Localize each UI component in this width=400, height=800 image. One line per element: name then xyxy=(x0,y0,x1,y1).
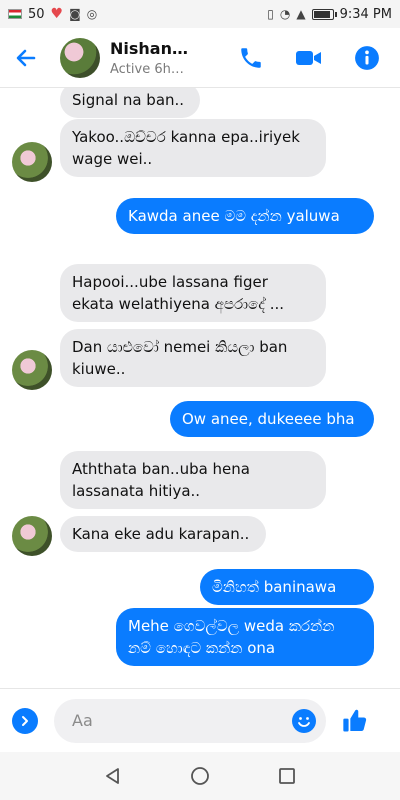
status-bar: 50 ♥ ◙ ◎ ▯ ◔ ▲ 9:34 PM xyxy=(0,0,400,28)
messenger-notification-icon: ◎ xyxy=(86,7,98,21)
battery-icon xyxy=(311,8,337,20)
message-composer xyxy=(0,688,400,752)
message-input[interactable] xyxy=(72,711,292,730)
emoji-button[interactable] xyxy=(292,708,316,733)
back-arrow-icon xyxy=(16,49,36,66)
emoji-icon xyxy=(293,709,315,732)
video-call-button[interactable] xyxy=(294,43,324,73)
message-outgoing[interactable]: මිනිහත් baninawa xyxy=(200,569,374,605)
message-incoming[interactable]: Signal na ban.. xyxy=(60,88,200,118)
thumbs-up-icon xyxy=(343,709,367,731)
nav-back-button[interactable] xyxy=(98,761,128,791)
voice-call-button[interactable] xyxy=(236,43,266,73)
nav-home-button[interactable] xyxy=(185,761,215,791)
message-incoming[interactable]: Hapooi...ube lassana figer ekata welathi… xyxy=(60,264,326,322)
contact-avatar-small[interactable] xyxy=(12,142,52,182)
message-list[interactable]: Signal na ban.. Yakoo..ඔච්චර kanna epa..… xyxy=(0,88,400,688)
camera-icon: ◙ xyxy=(69,7,81,21)
contact-avatar[interactable] xyxy=(60,37,100,78)
video-icon xyxy=(296,50,321,65)
message-incoming[interactable]: Dan යාළුවෝ nemei කියලා ban kiuwe.. xyxy=(60,329,326,387)
nav-recents-button[interactable] xyxy=(272,761,302,791)
contact-status: Active 6h… xyxy=(110,61,184,77)
expand-actions-button[interactable] xyxy=(12,707,38,734)
wifi-icon: ◔ xyxy=(279,7,291,21)
clock: 9:34 PM xyxy=(339,6,392,22)
vibrate-icon: ▯ xyxy=(267,7,274,21)
battery-percent: 50 xyxy=(28,6,45,22)
message-outgoing[interactable]: Ow anee, dukeeee bha xyxy=(170,401,374,437)
flag-icon xyxy=(8,9,22,19)
nav-home-icon xyxy=(191,767,209,785)
contact-info[interactable]: Nishant… Active 6h… xyxy=(110,39,236,77)
like-button[interactable] xyxy=(340,706,370,736)
message-input-wrapper xyxy=(54,698,326,743)
heart-icon: ♥ xyxy=(50,6,64,22)
message-incoming[interactable]: Aththata ban..uba hena lassanata hitiya.… xyxy=(60,451,326,509)
message-outgoing[interactable]: Kawda anee මම දන්න yaluwa xyxy=(116,198,374,234)
message-incoming[interactable]: Kana eke adu karapan.. xyxy=(60,516,266,552)
signal-icon: ▲ xyxy=(296,7,306,21)
message-outgoing[interactable]: Mehe ගෙවල්වල weda කරන්න නම් හොඳට කන්න on… xyxy=(116,608,374,666)
nav-recents-icon xyxy=(278,768,295,784)
chat-header: Nishant… Active 6h… xyxy=(0,28,400,88)
info-button[interactable] xyxy=(352,43,382,73)
contact-avatar-small[interactable] xyxy=(12,350,52,390)
message-incoming[interactable]: Yakoo..ඔච්චර kanna epa..iriyek wage wei.… xyxy=(60,119,326,177)
phone-icon xyxy=(241,47,261,68)
contact-name: Nishant… xyxy=(110,38,192,58)
system-nav-bar xyxy=(0,752,400,800)
chevron-right-icon xyxy=(22,715,28,726)
back-button[interactable] xyxy=(12,44,40,72)
info-icon xyxy=(355,45,379,70)
nav-back-icon xyxy=(106,768,120,784)
contact-avatar-small[interactable] xyxy=(12,516,52,556)
